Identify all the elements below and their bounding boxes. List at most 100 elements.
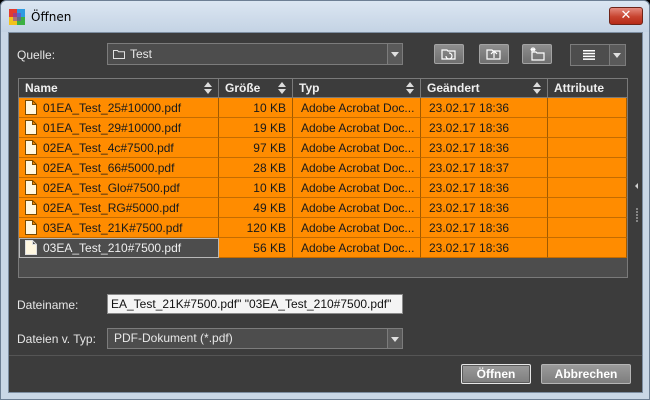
filetype-combo[interactable]: PDF-Dokument (*.pdf) xyxy=(107,328,403,349)
column-header-name[interactable]: Name xyxy=(19,79,219,98)
cell-text: 120 KB xyxy=(246,221,286,235)
cell-text: Adobe Acrobat Doc... xyxy=(301,201,415,215)
cell-name: 01EA_Test_29#10000.pdf xyxy=(19,118,219,138)
column-header-label: Attribute xyxy=(554,81,604,95)
refresh-folder-button[interactable] xyxy=(434,44,464,64)
pdf-file-icon xyxy=(25,100,37,115)
cell-text: Adobe Acrobat Doc... xyxy=(301,121,415,135)
list-view-icon xyxy=(583,50,595,60)
chevron-down-icon[interactable] xyxy=(387,44,402,64)
column-header-attribute[interactable]: Attribute xyxy=(548,79,627,98)
cell-text: 23.02.17 18:36 xyxy=(429,181,510,195)
cell-text: 23.02.17 18:37 xyxy=(429,161,510,175)
table-row[interactable]: 03EA_Test_21K#7500.pdf 120 KB Adobe Acroba… xyxy=(19,218,627,238)
cell-modified: 23.02.17 18:36 xyxy=(421,118,548,138)
table-row[interactable]: 02EA_Test_4c#7500.pdf 97 KB Adobe Acrobat … xyxy=(19,138,627,158)
cell-text: 03EA_Test_21K#7500.pdf xyxy=(43,221,183,235)
cell-type: Adobe Acrobat Doc... xyxy=(293,158,421,178)
cell-type: Adobe Acrobat Doc... xyxy=(293,178,421,198)
cell-name: 01EA_Test_25#10000.pdf xyxy=(19,98,219,118)
cell-size: 97 KB xyxy=(219,138,293,158)
cell-text: 23.02.17 18:36 xyxy=(429,121,510,135)
cell-text: 56 KB xyxy=(253,241,286,255)
source-folder-value: Test xyxy=(130,47,153,61)
table-row[interactable]: 02EA_Test_RG#5000.pdf 49 KB Adobe Acrobat … xyxy=(19,198,627,218)
cell-modified: 23.02.17 18:37 xyxy=(421,158,548,178)
chevron-down-icon[interactable] xyxy=(387,329,402,348)
pdf-file-icon xyxy=(25,160,37,175)
cell-text: 23.02.17 18:36 xyxy=(429,141,510,155)
column-header-label: Größe xyxy=(225,81,261,95)
cell-type: Adobe Acrobat Doc... xyxy=(293,198,421,218)
column-header-modified[interactable]: Geändert xyxy=(421,79,548,98)
cell-text: Adobe Acrobat Doc... xyxy=(301,161,415,175)
cell-text: 02EA_Test_Glo#7500.pdf xyxy=(43,181,180,195)
table-row[interactable]: 01EA_Test_29#10000.pdf 19 KB Adobe Acrobat… xyxy=(19,118,627,138)
open-button[interactable]: Öffnen xyxy=(461,364,531,384)
cell-attr xyxy=(548,178,627,198)
cell-text: 02EA_Test_66#5000.pdf xyxy=(43,161,175,175)
pdf-file-icon xyxy=(25,180,37,195)
cell-attr xyxy=(548,198,627,218)
cell-size: 10 KB xyxy=(219,178,293,198)
cell-modified: 23.02.17 18:36 xyxy=(421,178,548,198)
filetype-value: PDF-Dokument (*.pdf) xyxy=(114,331,233,345)
sort-icon xyxy=(204,82,212,94)
pdf-file-icon xyxy=(25,140,37,155)
source-folder-combo[interactable]: Test xyxy=(107,43,403,65)
new-folder-button[interactable] xyxy=(522,44,552,64)
cell-attr xyxy=(548,138,627,158)
chevron-down-icon[interactable] xyxy=(609,45,625,65)
cell-text: 97 KB xyxy=(253,141,286,155)
cell-text: 01EA_Test_25#10000.pdf xyxy=(43,101,182,115)
cell-text: Adobe Acrobat Doc... xyxy=(301,181,415,195)
column-header-label: Geändert xyxy=(427,81,480,95)
file-list[interactable]: Name Größe Typ Geändert Attribute 01EA_T… xyxy=(18,78,628,278)
table-row[interactable]: 01EA_Test_25#10000.pdf 10 KB Adobe Acrobat… xyxy=(19,98,627,118)
cell-text: 02EA_Test_RG#5000.pdf xyxy=(43,201,180,215)
table-row[interactable]: 03EA_Test_210#7500.pdf 56 KB Adobe Acrobat… xyxy=(19,238,627,258)
column-header-size[interactable]: Größe xyxy=(219,79,293,98)
cell-size: 28 KB xyxy=(219,158,293,178)
cell-text: 03EA_Test_210#7500.pdf xyxy=(43,241,182,255)
pdf-file-icon xyxy=(25,120,37,135)
table-row[interactable]: 02EA_Test_Glo#7500.pdf 10 KB Adobe Acrobat… xyxy=(19,178,627,198)
cell-name: 02EA_Test_4c#7500.pdf xyxy=(19,138,219,158)
cell-modified: 23.02.17 18:36 xyxy=(421,238,548,258)
file-list-header: Name Größe Typ Geändert Attribute xyxy=(19,79,627,98)
cell-type: Adobe Acrobat Doc... xyxy=(293,118,421,138)
cell-name: 03EA_Test_21K#7500.pdf xyxy=(19,218,219,238)
cell-attr xyxy=(548,218,627,238)
pdf-file-icon xyxy=(25,200,37,215)
cell-text: Adobe Acrobat Doc... xyxy=(301,141,415,155)
view-mode-menu[interactable] xyxy=(570,44,626,66)
sort-icon xyxy=(278,82,286,94)
cell-attr xyxy=(548,158,627,178)
cell-text: 23.02.17 18:36 xyxy=(429,241,510,255)
cancel-button[interactable]: Abbrechen xyxy=(541,364,631,384)
title-bar[interactable]: Öffnen ✕ xyxy=(1,1,649,32)
cell-size: 120 KB xyxy=(219,218,293,238)
table-row[interactable]: 02EA_Test_66#5000.pdf 28 KB Adobe Acrobat … xyxy=(19,158,627,178)
cell-attr xyxy=(548,118,627,138)
cell-modified: 23.02.17 18:36 xyxy=(421,218,548,238)
cell-text: 23.02.17 18:36 xyxy=(429,221,510,235)
column-header-type[interactable]: Typ xyxy=(293,79,421,98)
up-folder-button[interactable] xyxy=(479,44,509,64)
cell-text: Adobe Acrobat Doc... xyxy=(301,241,415,255)
cell-text: 19 KB xyxy=(253,121,286,135)
splitter-handle[interactable] xyxy=(633,181,641,231)
cell-type: Adobe Acrobat Doc... xyxy=(293,218,421,238)
cell-text: 10 KB xyxy=(253,101,286,115)
cell-text: 49 KB xyxy=(253,201,286,215)
cell-modified: 23.02.17 18:36 xyxy=(421,138,548,158)
filename-input[interactable]: EA_Test_21K#7500.pdf" "03EA_Test_210#750… xyxy=(107,294,403,314)
cell-size: 19 KB xyxy=(219,118,293,138)
column-header-label: Name xyxy=(25,81,58,95)
cell-text: Adobe Acrobat Doc... xyxy=(301,221,415,235)
sort-icon xyxy=(533,82,541,94)
column-header-label: Typ xyxy=(299,81,320,95)
filename-label: Dateiname: xyxy=(17,298,79,312)
close-button[interactable]: ✕ xyxy=(609,7,643,25)
up-folder-icon xyxy=(486,49,501,60)
